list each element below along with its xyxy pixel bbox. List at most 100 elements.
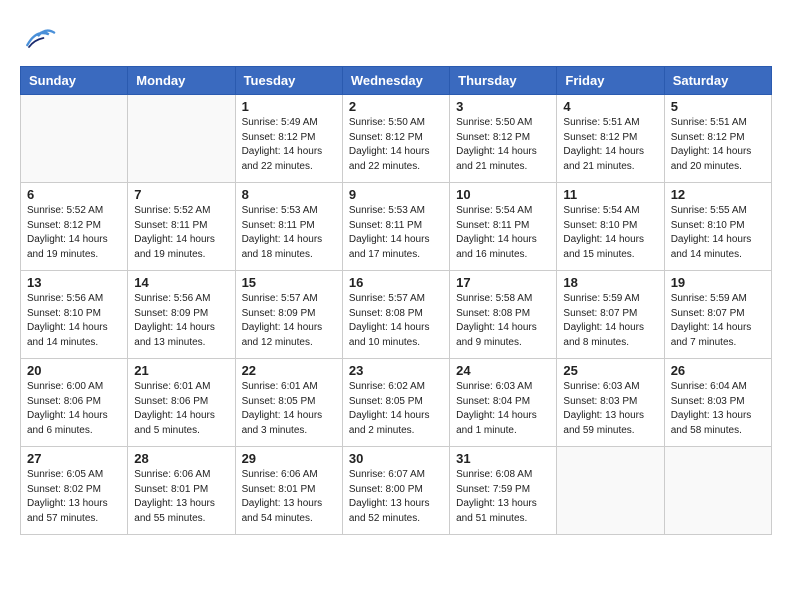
day-info: Sunrise: 6:01 AM Sunset: 8:05 PM Dayligh… bbox=[242, 380, 336, 438]
weekday-header-row: SundayMondayTuesdayWednesdayThursdayFrid… bbox=[21, 67, 772, 95]
calendar-cell: 20 Sunrise: 6:00 AM Sunset: 8:06 PM Dayli… bbox=[21, 359, 128, 447]
day-number: 2 bbox=[349, 99, 443, 114]
day-info: Sunrise: 5:56 AM Sunset: 8:09 PM Dayligh… bbox=[134, 292, 228, 350]
day-number: 31 bbox=[456, 451, 550, 466]
day-info: Sunrise: 6:02 AM Sunset: 8:05 PM Dayligh… bbox=[349, 380, 443, 438]
day-number: 18 bbox=[563, 275, 657, 290]
calendar-cell: 9 Sunrise: 5:53 AM Sunset: 8:11 PM Daylig… bbox=[342, 183, 449, 271]
day-info: Sunrise: 5:57 AM Sunset: 8:09 PM Dayligh… bbox=[242, 292, 336, 350]
calendar-cell: 14 Sunrise: 5:56 AM Sunset: 8:09 PM Dayli… bbox=[128, 271, 235, 359]
day-info: Sunrise: 6:03 AM Sunset: 8:03 PM Dayligh… bbox=[563, 380, 657, 438]
calendar-cell bbox=[128, 95, 235, 183]
day-number: 11 bbox=[563, 187, 657, 202]
calendar-cell: 17 Sunrise: 5:58 AM Sunset: 8:08 PM Dayli… bbox=[450, 271, 557, 359]
calendar-cell: 12Sunrise: 5:55 AM Sunset: 8:10 PM Dayli… bbox=[664, 183, 771, 271]
day-info: Sunrise: 5:49 AM Sunset: 8:12 PM Dayligh… bbox=[242, 116, 336, 174]
day-info: Sunrise: 6:04 AM Sunset: 8:03 PM Dayligh… bbox=[671, 380, 765, 438]
day-info: Sunrise: 6:08 AM Sunset: 7:59 PM Dayligh… bbox=[456, 468, 550, 526]
day-info: Sunrise: 5:50 AM Sunset: 8:12 PM Dayligh… bbox=[456, 116, 550, 174]
day-number: 27 bbox=[27, 451, 121, 466]
logo bbox=[20, 20, 60, 56]
day-number: 13 bbox=[27, 275, 121, 290]
calendar-cell: 31 Sunrise: 6:08 AM Sunset: 7:59 PM Dayli… bbox=[450, 447, 557, 535]
day-number: 5 bbox=[671, 99, 765, 114]
calendar-cell: 19 Sunrise: 5:59 AM Sunset: 8:07 PM Dayli… bbox=[664, 271, 771, 359]
day-number: 22 bbox=[242, 363, 336, 378]
calendar-week-1: 6 Sunrise: 5:52 AM Sunset: 8:12 PM Daylig… bbox=[21, 183, 772, 271]
day-info: Sunrise: 5:56 AM Sunset: 8:10 PM Dayligh… bbox=[27, 292, 121, 350]
day-number: 7 bbox=[134, 187, 228, 202]
day-number: 8 bbox=[242, 187, 336, 202]
day-number: 30 bbox=[349, 451, 443, 466]
day-info: Sunrise: 5:59 AM Sunset: 8:07 PM Dayligh… bbox=[563, 292, 657, 350]
day-info: Sunrise: 6:00 AM Sunset: 8:06 PM Dayligh… bbox=[27, 380, 121, 438]
day-number: 19 bbox=[671, 275, 765, 290]
day-info: Sunrise: 5:53 AM Sunset: 8:11 PM Dayligh… bbox=[349, 204, 443, 262]
day-number: 23 bbox=[349, 363, 443, 378]
calendar-cell: 24 Sunrise: 6:03 AM Sunset: 8:04 PM Dayli… bbox=[450, 359, 557, 447]
page-header bbox=[20, 20, 772, 56]
logo-icon bbox=[20, 20, 56, 56]
calendar-week-2: 13 Sunrise: 5:56 AM Sunset: 8:10 PM Dayli… bbox=[21, 271, 772, 359]
day-number: 6 bbox=[27, 187, 121, 202]
calendar-week-4: 27 Sunrise: 6:05 AM Sunset: 8:02 PM Dayli… bbox=[21, 447, 772, 535]
calendar-cell bbox=[664, 447, 771, 535]
calendar-cell: 2 Sunrise: 5:50 AM Sunset: 8:12 PM Daylig… bbox=[342, 95, 449, 183]
calendar-cell: 26 Sunrise: 6:04 AM Sunset: 8:03 PM Dayli… bbox=[664, 359, 771, 447]
day-info: Sunrise: 6:06 AM Sunset: 8:01 PM Dayligh… bbox=[134, 468, 228, 526]
calendar-table: SundayMondayTuesdayWednesdayThursdayFrid… bbox=[20, 66, 772, 535]
day-number: 16 bbox=[349, 275, 443, 290]
calendar-cell: 11Sunrise: 5:54 AM Sunset: 8:10 PM Dayli… bbox=[557, 183, 664, 271]
calendar-cell: 15Sunrise: 5:57 AM Sunset: 8:09 PM Dayli… bbox=[235, 271, 342, 359]
calendar-cell: 28 Sunrise: 6:06 AM Sunset: 8:01 PM Dayli… bbox=[128, 447, 235, 535]
calendar-cell bbox=[557, 447, 664, 535]
day-info: Sunrise: 5:52 AM Sunset: 8:11 PM Dayligh… bbox=[134, 204, 228, 262]
day-info: Sunrise: 5:59 AM Sunset: 8:07 PM Dayligh… bbox=[671, 292, 765, 350]
day-number: 24 bbox=[456, 363, 550, 378]
calendar-cell: 13 Sunrise: 5:56 AM Sunset: 8:10 PM Dayli… bbox=[21, 271, 128, 359]
day-info: Sunrise: 6:07 AM Sunset: 8:00 PM Dayligh… bbox=[349, 468, 443, 526]
day-info: Sunrise: 5:53 AM Sunset: 8:11 PM Dayligh… bbox=[242, 204, 336, 262]
day-number: 21 bbox=[134, 363, 228, 378]
day-number: 4 bbox=[563, 99, 657, 114]
day-info: Sunrise: 5:58 AM Sunset: 8:08 PM Dayligh… bbox=[456, 292, 550, 350]
day-info: Sunrise: 5:55 AM Sunset: 8:10 PM Dayligh… bbox=[671, 204, 765, 262]
weekday-header-sunday: Sunday bbox=[21, 67, 128, 95]
calendar-cell: 5 Sunrise: 5:51 AM Sunset: 8:12 PM Daylig… bbox=[664, 95, 771, 183]
weekday-header-monday: Monday bbox=[128, 67, 235, 95]
calendar-cell: 1 Sunrise: 5:49 AM Sunset: 8:12 PM Daylig… bbox=[235, 95, 342, 183]
day-info: Sunrise: 6:05 AM Sunset: 8:02 PM Dayligh… bbox=[27, 468, 121, 526]
calendar-cell: 16 Sunrise: 5:57 AM Sunset: 8:08 PM Dayli… bbox=[342, 271, 449, 359]
calendar-cell: 22 Sunrise: 6:01 AM Sunset: 8:05 PM Dayli… bbox=[235, 359, 342, 447]
day-info: Sunrise: 5:51 AM Sunset: 8:12 PM Dayligh… bbox=[671, 116, 765, 174]
day-info: Sunrise: 5:50 AM Sunset: 8:12 PM Dayligh… bbox=[349, 116, 443, 174]
calendar-week-3: 20 Sunrise: 6:00 AM Sunset: 8:06 PM Dayli… bbox=[21, 359, 772, 447]
calendar-cell: 4 Sunrise: 5:51 AM Sunset: 8:12 PM Daylig… bbox=[557, 95, 664, 183]
calendar-cell: 21 Sunrise: 6:01 AM Sunset: 8:06 PM Dayli… bbox=[128, 359, 235, 447]
calendar-cell: 30 Sunrise: 6:07 AM Sunset: 8:00 PM Dayli… bbox=[342, 447, 449, 535]
day-number: 28 bbox=[134, 451, 228, 466]
day-number: 10 bbox=[456, 187, 550, 202]
day-info: Sunrise: 5:52 AM Sunset: 8:12 PM Dayligh… bbox=[27, 204, 121, 262]
calendar-cell: 6 Sunrise: 5:52 AM Sunset: 8:12 PM Daylig… bbox=[21, 183, 128, 271]
day-number: 20 bbox=[27, 363, 121, 378]
day-info: Sunrise: 6:01 AM Sunset: 8:06 PM Dayligh… bbox=[134, 380, 228, 438]
calendar-cell: 3Sunrise: 5:50 AM Sunset: 8:12 PM Daylig… bbox=[450, 95, 557, 183]
weekday-header-friday: Friday bbox=[557, 67, 664, 95]
day-info: Sunrise: 6:03 AM Sunset: 8:04 PM Dayligh… bbox=[456, 380, 550, 438]
calendar-cell: 27 Sunrise: 6:05 AM Sunset: 8:02 PM Dayli… bbox=[21, 447, 128, 535]
day-number: 26 bbox=[671, 363, 765, 378]
calendar-cell: 25Sunrise: 6:03 AM Sunset: 8:03 PM Dayli… bbox=[557, 359, 664, 447]
day-number: 1 bbox=[242, 99, 336, 114]
day-number: 17 bbox=[456, 275, 550, 290]
weekday-header-tuesday: Tuesday bbox=[235, 67, 342, 95]
calendar-week-0: 1 Sunrise: 5:49 AM Sunset: 8:12 PM Daylig… bbox=[21, 95, 772, 183]
day-info: Sunrise: 6:06 AM Sunset: 8:01 PM Dayligh… bbox=[242, 468, 336, 526]
weekday-header-thursday: Thursday bbox=[450, 67, 557, 95]
day-info: Sunrise: 5:51 AM Sunset: 8:12 PM Dayligh… bbox=[563, 116, 657, 174]
day-number: 9 bbox=[349, 187, 443, 202]
calendar-cell: 10Sunrise: 5:54 AM Sunset: 8:11 PM Dayli… bbox=[450, 183, 557, 271]
day-number: 14 bbox=[134, 275, 228, 290]
calendar-cell: 7 Sunrise: 5:52 AM Sunset: 8:11 PM Daylig… bbox=[128, 183, 235, 271]
day-info: Sunrise: 5:57 AM Sunset: 8:08 PM Dayligh… bbox=[349, 292, 443, 350]
